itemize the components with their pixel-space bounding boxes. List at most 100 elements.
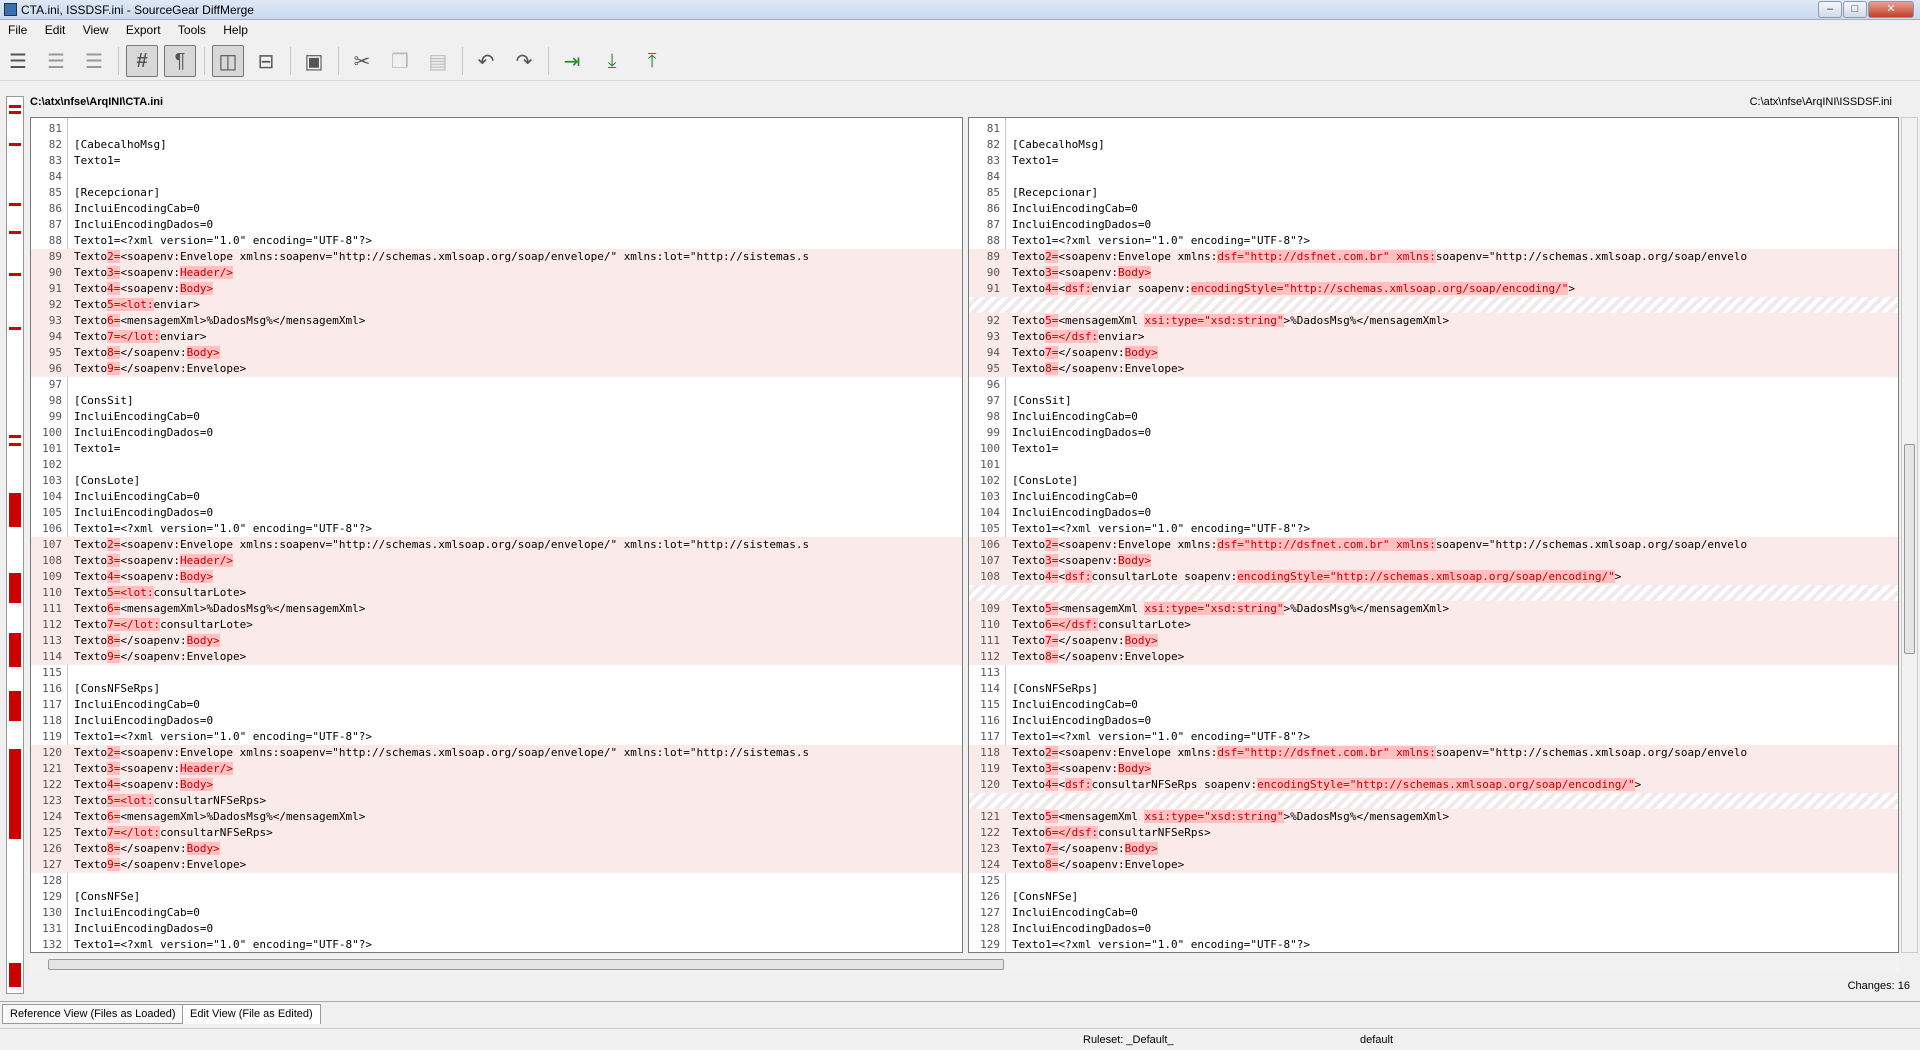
diff-line[interactable]: 125 Texto7=</lot:consultarNFSeRps>: [31, 825, 962, 841]
diff-line[interactable]: 87 IncluiEncodingDados=0: [31, 217, 962, 233]
undo-icon[interactable]: ↶: [470, 45, 502, 77]
diff-line[interactable]: 108 Texto3=<soapenv:Header/>: [31, 553, 962, 569]
diff-line[interactable]: 116 [ConsNFSeRps]: [31, 681, 962, 697]
menu-tools[interactable]: Tools: [170, 21, 212, 37]
vertical-scroll-thumb[interactable]: [1904, 444, 1915, 654]
diff-line[interactable]: 99 IncluiEncodingCab=0: [31, 409, 962, 425]
diff-line[interactable]: 124 Texto6=<mensagemXml>%DadosMsg%</mensa…: [31, 809, 962, 825]
diff-line[interactable]: 129 [ConsNFSe]: [31, 889, 962, 905]
diff-line[interactable]: 101 Texto1=: [31, 441, 962, 457]
diff-line[interactable]: 89 Texto2=<soapenv:Envelope xmlns:dsf="ht…: [969, 249, 1898, 265]
diff-line[interactable]: 94 Texto7=</soapenv:Body>: [969, 345, 1898, 361]
diff-line[interactable]: 87 IncluiEncodingDados=0: [969, 217, 1898, 233]
diff-line[interactable]: 111 Texto6=<mensagemXml>%DadosMsg%</mensa…: [31, 601, 962, 617]
diff-line[interactable]: 105 IncluiEncodingDados=0: [31, 505, 962, 521]
diff-line[interactable]: 97 [ConsSit]: [969, 393, 1898, 409]
diff-line[interactable]: [969, 793, 1898, 809]
diff-line[interactable]: 90 Texto3=<soapenv:Body>: [969, 265, 1898, 281]
diff-line[interactable]: 98 [ConsSit]: [31, 393, 962, 409]
line-numbers-icon[interactable]: #: [126, 45, 158, 77]
diff-line[interactable]: 114 Texto9=</soapenv:Envelope>: [31, 649, 962, 665]
diff-line[interactable]: 127 IncluiEncodingCab=0: [969, 905, 1898, 921]
diff-line[interactable]: 120 Texto4=<dsf:consultarNFSeRps soapenv:…: [969, 777, 1898, 793]
diff-line[interactable]: 123 Texto7=</soapenv:Body>: [969, 841, 1898, 857]
diff-line[interactable]: 109 Texto5=<mensagemXml xsi:type="xsd:str…: [969, 601, 1898, 617]
diff-line[interactable]: 101: [969, 457, 1898, 473]
diff-line[interactable]: 109 Texto4=<soapenv:Body>: [31, 569, 962, 585]
menu-help[interactable]: Help: [215, 21, 254, 37]
tab-edit-view[interactable]: Edit View (File as Edited): [182, 1004, 321, 1024]
diff-line[interactable]: 132 Texto1=<?xml version="1.0" encoding="…: [31, 937, 962, 952]
diff-line[interactable]: 121 Texto3=<soapenv:Header/>: [31, 761, 962, 777]
diff-line[interactable]: 123 Texto5=<lot:consultarNFSeRps>: [31, 793, 962, 809]
minimize-button[interactable]: –: [1818, 1, 1842, 18]
diff-line[interactable]: 91 Texto4=<dsf:enviar soapenv:encodingSty…: [969, 281, 1898, 297]
diff-line[interactable]: [969, 297, 1898, 313]
diff-line[interactable]: 124 Texto8=</soapenv:Envelope>: [969, 857, 1898, 873]
diff-line[interactable]: 106 Texto1=<?xml version="1.0" encoding="…: [31, 521, 962, 537]
previous-change-icon[interactable]: ⤒: [636, 45, 668, 77]
diff-line[interactable]: 105 Texto1=<?xml version="1.0" encoding="…: [969, 521, 1898, 537]
stacked-view-icon[interactable]: ⊟: [250, 45, 282, 77]
diff-line[interactable]: 112 Texto7=</lot:consultarLote>: [31, 617, 962, 633]
diff-line[interactable]: 85 [Recepcionar]: [31, 185, 962, 201]
diff-line[interactable]: 88 Texto1=<?xml version="1.0" encoding="U…: [31, 233, 962, 249]
left-diff-pane[interactable]: 81 82 [CabecalhoMsg] 83 Texto1= 84 85 [Recepcio…: [30, 117, 963, 953]
diff-line[interactable]: 86 IncluiEncodingCab=0: [31, 201, 962, 217]
diff-line[interactable]: 103 [ConsLote]: [31, 473, 962, 489]
diff-line[interactable]: 119 Texto3=<soapenv:Body>: [969, 761, 1898, 777]
diff-line[interactable]: 117 IncluiEncodingCab=0: [31, 697, 962, 713]
diff-line[interactable]: 92 Texto5=<lot:enviar>: [31, 297, 962, 313]
diff-line[interactable]: 84: [969, 169, 1898, 185]
horizontal-scrollbar[interactable]: [30, 956, 1899, 973]
save-icon[interactable]: ▣: [298, 45, 330, 77]
diff-line[interactable]: 83 Texto1=: [969, 153, 1898, 169]
diff-line[interactable]: 110 Texto5=<lot:consultarLote>: [31, 585, 962, 601]
diff-line[interactable]: 117 Texto1=<?xml version="1.0" encoding="…: [969, 729, 1898, 745]
diff-line[interactable]: 90 Texto3=<soapenv:Header/>: [31, 265, 962, 281]
diff-line[interactable]: 81: [31, 121, 962, 137]
diff-line[interactable]: 113: [969, 665, 1898, 681]
diff-line[interactable]: 115 IncluiEncodingCab=0: [969, 697, 1898, 713]
diff-line[interactable]: 118 IncluiEncodingDados=0: [31, 713, 962, 729]
cut-icon[interactable]: ✂: [346, 45, 378, 77]
diff-line[interactable]: 93 Texto6=</dsf:enviar>: [969, 329, 1898, 345]
diff-line[interactable]: 98 IncluiEncodingCab=0: [969, 409, 1898, 425]
right-diff-pane[interactable]: 81 82 [CabecalhoMsg] 83 Texto1= 84 85 [Recepcio…: [968, 117, 1899, 953]
redo-icon[interactable]: ↷: [508, 45, 540, 77]
diff-line[interactable]: 129 Texto1=<?xml version="1.0" encoding="…: [969, 937, 1898, 952]
diff-line[interactable]: 116 IncluiEncodingDados=0: [969, 713, 1898, 729]
diff-line[interactable]: 107 Texto3=<soapenv:Body>: [969, 553, 1898, 569]
diff-line[interactable]: 83 Texto1=: [31, 153, 962, 169]
tab-reference-view[interactable]: Reference View (Files as Loaded): [2, 1004, 184, 1024]
diff-line[interactable]: 112 Texto8=</soapenv:Envelope>: [969, 649, 1898, 665]
side-by-side-icon[interactable]: ◫: [212, 45, 244, 77]
diff-line[interactable]: 100 Texto1=: [969, 441, 1898, 457]
maximize-button[interactable]: □: [1843, 1, 1867, 18]
diff-line[interactable]: 96 Texto9=</soapenv:Envelope>: [31, 361, 962, 377]
diff-line[interactable]: 102 [ConsLote]: [969, 473, 1898, 489]
diff-line[interactable]: 97: [31, 377, 962, 393]
diff-line[interactable]: 102: [31, 457, 962, 473]
menu-view[interactable]: View: [75, 21, 115, 37]
diff-line[interactable]: 108 Texto4=<dsf:consultarLote soapenv:enc…: [969, 569, 1898, 585]
paste-icon[interactable]: ▤: [422, 45, 454, 77]
diff-line[interactable]: 107 Texto2=<soapenv:Envelope xmlns:soapen…: [31, 537, 962, 553]
diff-line[interactable]: 86 IncluiEncodingCab=0: [969, 201, 1898, 217]
diff-line[interactable]: 120 Texto2=<soapenv:Envelope xmlns:soapen…: [31, 745, 962, 761]
diff-line[interactable]: 85 [Recepcionar]: [969, 185, 1898, 201]
diff-line[interactable]: 84: [31, 169, 962, 185]
diff-line[interactable]: 113 Texto8=</soapenv:Body>: [31, 633, 962, 649]
diff-line[interactable]: 95 Texto8=</soapenv:Body>: [31, 345, 962, 361]
diff-line[interactable]: 96: [969, 377, 1898, 393]
current-change-icon[interactable]: ⇥: [556, 45, 588, 77]
vertical-scrollbar[interactable]: [1901, 117, 1918, 953]
diff-line[interactable]: 127 Texto9=</soapenv:Envelope>: [31, 857, 962, 873]
diff-line[interactable]: 126 [ConsNFSe]: [969, 889, 1898, 905]
diff-line[interactable]: 128 IncluiEncodingDados=0: [969, 921, 1898, 937]
diff-line[interactable]: 130 IncluiEncodingCab=0: [31, 905, 962, 921]
close-button[interactable]: ✕: [1868, 1, 1914, 18]
diff-line[interactable]: 122 Texto6=</dsf:consultarNFSeRps>: [969, 825, 1898, 841]
diff-line[interactable]: 91 Texto4=<soapenv:Body>: [31, 281, 962, 297]
diff-line[interactable]: 104 IncluiEncodingDados=0: [969, 505, 1898, 521]
